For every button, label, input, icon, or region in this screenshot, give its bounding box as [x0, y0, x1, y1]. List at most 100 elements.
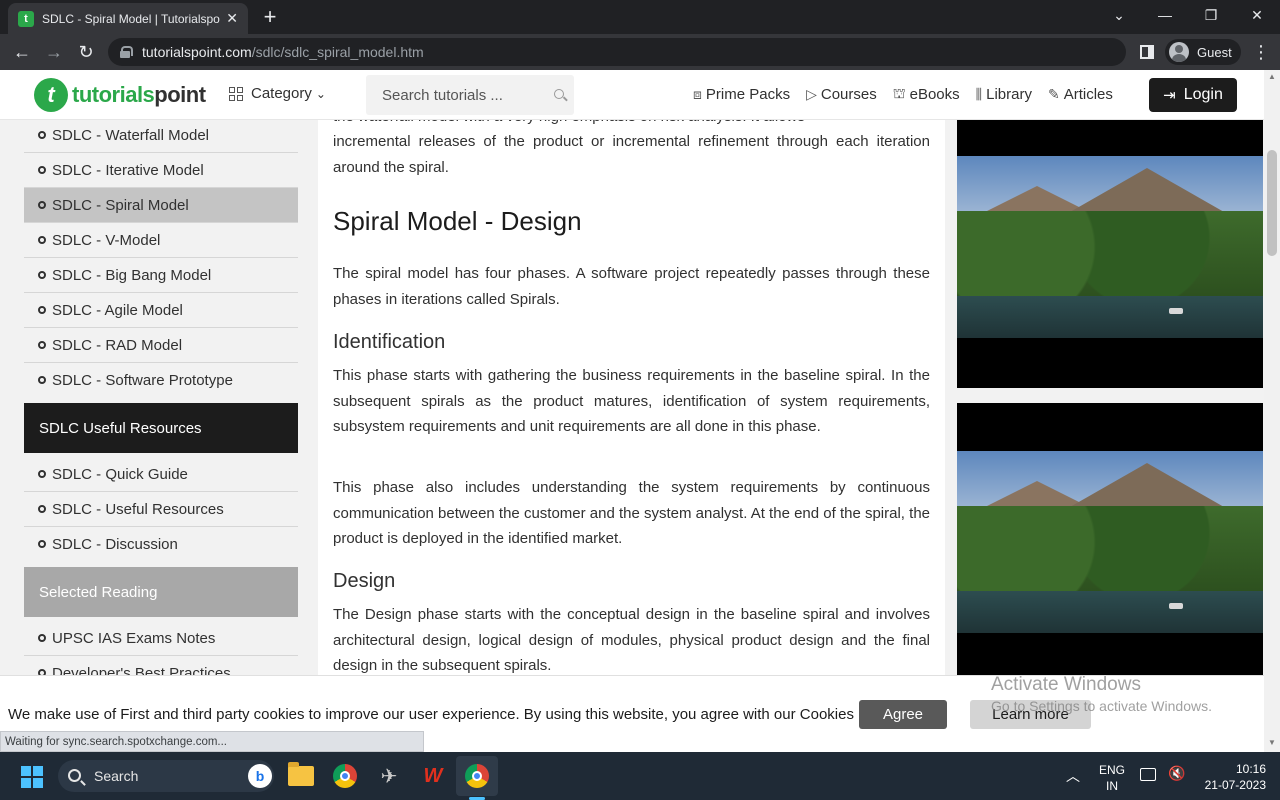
new-tab-button[interactable]: + — [258, 6, 282, 30]
sidebar-item-upsc-notes[interactable]: UPSC IAS Exams Notes — [24, 621, 298, 656]
nav-articles[interactable]: ✎ Articles — [1048, 85, 1113, 104]
sidebar-item-label: SDLC - V-Model — [52, 231, 161, 249]
sidebar-item-big-bang[interactable]: SDLC - Big Bang Model — [24, 258, 298, 293]
activate-windows-subtext: Go to Settings to activate Windows. — [991, 698, 1212, 714]
file-explorer-icon[interactable] — [287, 762, 315, 790]
language-indicator[interactable]: ENG IN — [1098, 762, 1126, 794]
sidebar-item-label: SDLC - RAD Model — [52, 336, 183, 354]
sidebar-item-label: SDLC - Big Bang Model — [52, 266, 212, 284]
url-host: tutorialspoint.com — [142, 44, 252, 60]
logo-word-point: point — [154, 82, 206, 107]
clock-date: 21-07-2023 — [1204, 778, 1266, 792]
nav-courses[interactable]: ▷ Courses — [806, 85, 877, 104]
identification-paragraph-2: This phase also includes understanding t… — [333, 479, 930, 547]
bullet-icon — [38, 505, 46, 513]
sidebar-item-waterfall[interactable]: SDLC - Waterfall Model — [24, 118, 298, 153]
landscape-image — [957, 156, 1263, 338]
tab-title: SDLC - Spiral Model | Tutorialspo — [42, 11, 220, 26]
show-hidden-icons-chevron-icon[interactable]: ︿ — [1066, 766, 1080, 786]
bullet-icon — [38, 166, 46, 174]
nav-label: Prime Packs — [705, 86, 791, 103]
chrome-active-icon[interactable] — [463, 762, 491, 790]
sidebar-item-iterative[interactable]: SDLC - Iterative Model — [24, 153, 298, 188]
sidebar-item-v-model[interactable]: SDLC - V-Model — [24, 223, 298, 258]
scroll-up-icon[interactable]: ▲ — [1268, 72, 1276, 81]
ad-video-2[interactable] — [957, 403, 1263, 675]
heading-identification: Identification — [333, 331, 446, 353]
heading-design: Design — [333, 570, 396, 592]
article-content: the waterfall model with a very high emp… — [318, 120, 945, 675]
lang-line-2: IN — [1106, 779, 1118, 793]
scrollbar-thumb[interactable] — [1267, 150, 1277, 256]
login-button[interactable]: ⇥ Login — [1149, 78, 1237, 112]
nav-prime-packs[interactable]: ⧈ Prime Packs — [693, 85, 790, 104]
chrome-taskbar-icon[interactable] — [331, 762, 359, 790]
ad-video-1[interactable] — [957, 120, 1263, 388]
close-window-button[interactable]: ✕ — [1234, 0, 1280, 30]
library-icon: ⫼ — [975, 86, 983, 102]
sidebar-item-quick-guide[interactable]: SDLC - Quick Guide — [24, 457, 298, 492]
restore-button[interactable]: ❐ — [1188, 0, 1234, 30]
scroll-down-icon[interactable]: ▼ — [1268, 738, 1276, 747]
sidebar-item-rad[interactable]: SDLC - RAD Model — [24, 328, 298, 363]
sidebar-item-label: SDLC - Waterfall Model — [52, 126, 209, 144]
sidebar-item-label: SDLC - Spiral Model — [52, 196, 189, 214]
agree-button[interactable]: Agree — [859, 700, 947, 729]
nav-label: Library — [986, 86, 1032, 103]
search-icon[interactable] — [554, 89, 564, 99]
search-placeholder: Search tutorials ... — [382, 86, 503, 104]
tab-search-chevron-icon[interactable]: ⌄ — [1096, 0, 1142, 30]
sidebar-item-discussion[interactable]: SDLC - Discussion — [24, 527, 298, 562]
sidebar-item-agile[interactable]: SDLC - Agile Model — [24, 293, 298, 328]
sidebar-heading-selected-reading: Selected Reading — [24, 567, 298, 617]
wps-office-icon[interactable]: W — [419, 762, 447, 790]
profile-button[interactable]: Guest — [1165, 39, 1241, 65]
chevron-down-icon: ⌄ — [315, 86, 326, 101]
sidebar-item-spiral[interactable]: SDLC - Spiral Model — [24, 188, 298, 223]
bullet-icon — [38, 540, 46, 548]
nav-label: Articles — [1063, 86, 1113, 103]
plane-app-icon[interactable]: ✈ — [375, 762, 403, 790]
browser-menu-icon[interactable]: ⋮ — [1252, 42, 1270, 63]
reload-button[interactable]: ↻ — [74, 40, 98, 64]
volume-muted-icon[interactable]: 🔇 — [1168, 765, 1185, 782]
tab-close-icon[interactable]: ✕ — [226, 10, 238, 27]
system-clock[interactable]: 10:16 21-07-2023 — [1196, 761, 1266, 793]
sidebar-item-software-prototype[interactable]: SDLC - Software Prototype — [24, 363, 298, 398]
nav-ebooks[interactable]: ⛫ eBooks — [893, 85, 960, 104]
bullet-icon — [38, 131, 46, 139]
nav-library[interactable]: ⫼ Library — [976, 85, 1032, 104]
network-icon[interactable] — [1140, 768, 1156, 781]
minimize-button[interactable]: — — [1142, 0, 1188, 30]
side-panel-icon[interactable] — [1140, 45, 1154, 59]
sidebar-item-label: UPSC IAS Exams Notes — [52, 629, 216, 647]
windows-taskbar: Search b ✈ W ︿ ENG IN 🔇 10:16 21-07-2023 — [0, 752, 1280, 800]
sidebar-item-label: SDLC - Useful Resources — [52, 500, 224, 518]
packs-icon: ⧈ — [693, 86, 702, 102]
intro-paragraph: incremental releases of the product or i… — [333, 133, 930, 176]
sidebar-item-useful-resources[interactable]: SDLC - Useful Resources — [24, 492, 298, 527]
url-path: /sdlc/sdlc_spiral_model.htm — [251, 44, 424, 60]
search-input[interactable]: Search tutorials ... — [366, 75, 574, 115]
sidebar-heading-resources: SDLC Useful Resources — [24, 403, 298, 453]
bullet-icon — [38, 470, 46, 478]
cookie-message: We make use of First and third party coo… — [8, 706, 902, 723]
browser-tab[interactable]: t SDLC - Spiral Model | Tutorialspo ✕ — [8, 3, 248, 34]
clock-time: 10:16 — [1235, 762, 1266, 776]
back-button[interactable]: ← — [10, 40, 34, 64]
browser-status-bar: Waiting for sync.search.spotxchange.com.… — [0, 731, 424, 752]
login-label: Login — [1183, 86, 1223, 103]
forward-button[interactable]: → — [42, 40, 66, 64]
windows-start-icon[interactable] — [21, 766, 43, 788]
address-bar[interactable]: tutorialspoint.com/sdlc/sdlc_spiral_mode… — [108, 38, 1126, 66]
site-logo[interactable]: t tutorials point — [34, 78, 206, 112]
taskbar-search[interactable]: Search b — [58, 760, 274, 792]
page-scrollbar[interactable]: ▲ ▼ — [1264, 70, 1280, 752]
play-circle-icon: ▷ — [806, 86, 817, 102]
bing-icon[interactable]: b — [248, 764, 272, 788]
grid-icon — [229, 86, 243, 101]
category-dropdown[interactable]: Category ⌄ — [229, 85, 326, 102]
bullet-icon — [38, 306, 46, 314]
taskbar-search-label: Search — [94, 768, 139, 784]
browser-titlebar: t SDLC - Spiral Model | Tutorialspo ✕ + … — [0, 0, 1280, 34]
